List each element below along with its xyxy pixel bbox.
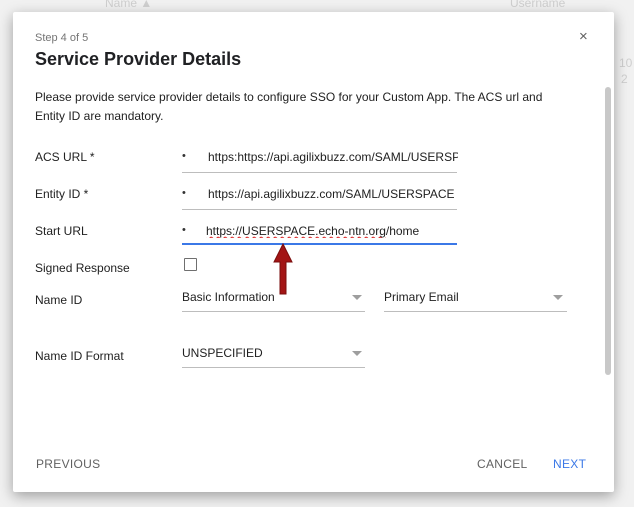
start-url-path: /home [385,224,420,238]
name-id-attribute-underline [384,311,567,312]
acs-url-label: ACS URL * [35,150,95,164]
chevron-down-icon [352,351,362,356]
dialog-title: Service Provider Details [35,49,242,69]
bullet: • [182,187,186,199]
name-id-attribute-value: Primary Email [384,290,459,304]
cancel-button[interactable]: CANCEL [477,457,527,471]
name-id-format-underline [182,367,365,368]
step-indicator: Step 4 of 5 [35,32,89,44]
entity-id-input[interactable]: https://api.agilixbuzz.com/SAML/USERSPAC… [208,187,458,201]
acs-url-underline [182,172,457,173]
bg-column-name: Name ▲ [105,0,153,10]
name-id-format-label: Name ID Format [35,349,124,363]
name-id-category-underline [182,311,365,312]
signed-response-checkbox[interactable] [184,258,197,271]
name-id-format-value: UNSPECIFIED [182,346,263,360]
intro-text: Please provide service provider details … [35,90,543,123]
bg-side-text-2: 2 [621,72,628,86]
service-provider-dialog: Step 4 of 5 Service Provider Details × P… [13,12,614,492]
next-button[interactable]: NEXT [553,457,586,471]
bg-side-text-1: 10 [619,56,633,70]
entity-id-underline [182,209,457,210]
acs-url-input[interactable]: https:https://api.agilixbuzz.com/SAML/US… [208,150,458,164]
start-url-input[interactable]: https://USERSPACE.echo-ntn.org/home [206,224,456,238]
signed-response-label: Signed Response [35,261,130,275]
annotation-arrow-icon [273,243,293,295]
bullet: • [182,224,186,236]
entity-id-label: Entity ID * [35,187,89,201]
start-url-underline [182,243,457,245]
close-icon[interactable]: × [579,28,588,45]
previous-button[interactable]: PREVIOUS [36,457,100,471]
start-url-host: USERSPACE.echo-ntn.org [242,224,386,238]
bullet: • [182,150,186,162]
start-url-label: Start URL [35,224,88,238]
dialog-scrollbar[interactable] [605,87,611,375]
bg-column-username: Username [510,0,566,10]
name-id-label: Name ID [35,293,83,307]
name-id-category-value: Basic Information [182,290,275,304]
chevron-down-icon [352,295,362,300]
start-url-scheme: https:// [206,224,243,238]
chevron-down-icon [553,295,563,300]
